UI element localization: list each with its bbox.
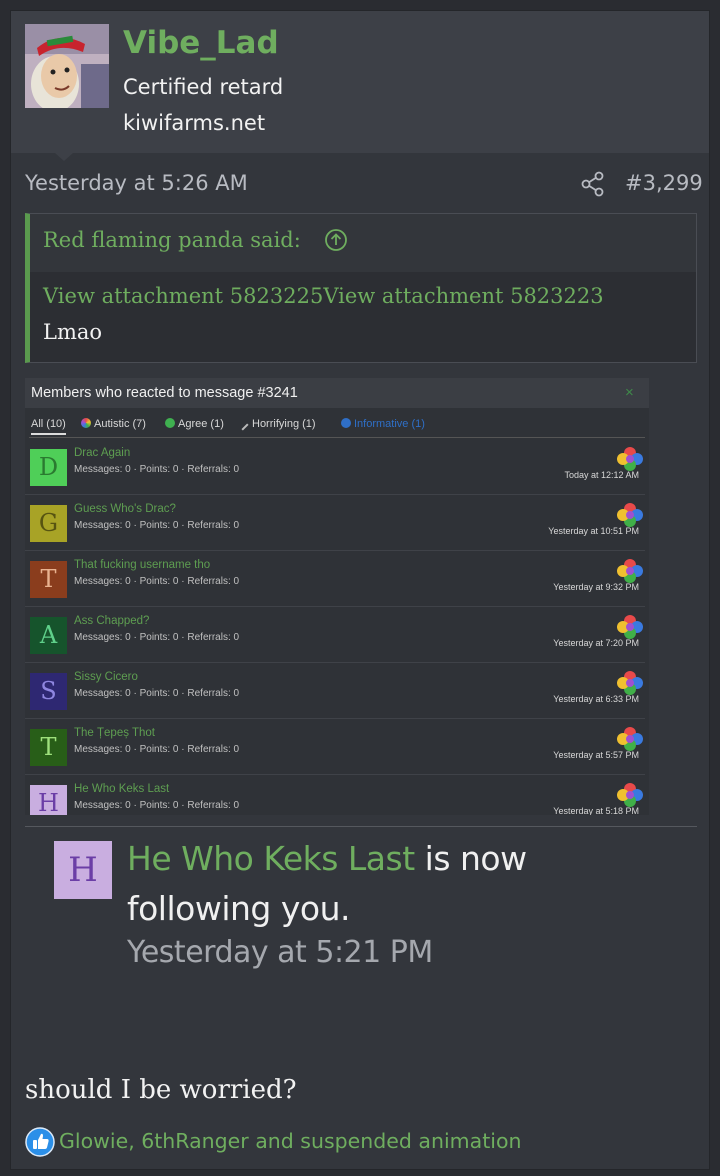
reactions-list[interactable]: Glowie, 6thRanger and suspended animatio… bbox=[59, 1129, 521, 1153]
post: Vibe_Lad Certified retard kiwifarms.net … bbox=[10, 10, 710, 1170]
member-stats: Messages: 0 · Points: 0 · Referrals: 0 bbox=[74, 800, 240, 811]
member-name: Sissy Cicero bbox=[74, 671, 138, 683]
user-header: Vibe_Lad Certified retard kiwifarms.net bbox=[11, 11, 709, 161]
member-time: Yesterday at 5:18 PM bbox=[553, 806, 639, 815]
follower-avatar: H bbox=[54, 841, 112, 899]
member-avatar: G bbox=[30, 505, 67, 542]
list-item: S Sissy Cicero Messages: 0 · Points: 0 ·… bbox=[25, 663, 645, 719]
list-item: H He Who Keks Last Messages: 0 · Points:… bbox=[25, 775, 645, 815]
member-time: Yesterday at 10:51 PM bbox=[548, 526, 639, 536]
member-avatar: D bbox=[30, 449, 67, 486]
follow-notice-line1: He Who Keks Last is now bbox=[127, 839, 527, 878]
member-time: Yesterday at 5:57 PM bbox=[553, 750, 639, 760]
member-stats: Messages: 0 · Points: 0 · Referrals: 0 bbox=[74, 744, 240, 755]
follow-notice-screenshot: H He Who Keks Last is now following you.… bbox=[25, 827, 697, 1067]
tab-horrifying: Horrifying (1) bbox=[241, 418, 316, 431]
follow-notice-time: Yesterday at 5:21 PM bbox=[127, 935, 433, 970]
tab-all: All (10) bbox=[31, 418, 66, 435]
check-icon bbox=[165, 418, 175, 428]
member-stats: Messages: 0 · Points: 0 · Referrals: 0 bbox=[74, 520, 240, 531]
autistic-reaction-icon bbox=[617, 615, 643, 639]
reactions-screenshot: Members who reacted to message #3241 × A… bbox=[25, 378, 649, 815]
post-number[interactable]: #3,299 bbox=[625, 171, 703, 195]
member-name: The Țepeș Thot bbox=[74, 727, 155, 739]
follow-notice-line2: following you. bbox=[127, 889, 350, 928]
member-name: Ass Chapped? bbox=[74, 615, 150, 627]
quote-text: Lmao bbox=[43, 320, 103, 344]
member-name: He Who Keks Last bbox=[74, 783, 170, 795]
member-stats: Messages: 0 · Points: 0 · Referrals: 0 bbox=[74, 576, 240, 587]
autistic-reaction-icon bbox=[617, 503, 643, 527]
list-item: A Ass Chapped? Messages: 0 · Points: 0 ·… bbox=[25, 607, 645, 663]
member-avatar: T bbox=[30, 729, 67, 766]
member-stats: Messages: 0 · Points: 0 · Referrals: 0 bbox=[74, 688, 240, 699]
info-icon bbox=[341, 418, 351, 428]
member-avatar: H bbox=[30, 785, 67, 815]
autistic-reaction-icon bbox=[617, 447, 643, 471]
post-body: should I be worried? bbox=[25, 1075, 297, 1105]
user-banner: kiwifarms.net bbox=[123, 111, 266, 135]
attachment-link[interactable]: View attachment 5823225 bbox=[43, 284, 323, 308]
autistic-reaction-icon bbox=[617, 559, 643, 583]
autistic-icon bbox=[81, 418, 91, 428]
member-avatar: T bbox=[30, 561, 67, 598]
list-item: G Guess Who's Drac? Messages: 0 · Points… bbox=[25, 495, 645, 551]
autistic-reaction-icon bbox=[617, 783, 643, 807]
member-name: Drac Again bbox=[74, 447, 131, 459]
tab-label: All (10) bbox=[31, 418, 66, 430]
tab-label: Autistic (7) bbox=[94, 418, 146, 430]
quote-attachment-links: View attachment 5823225View attachment 5… bbox=[43, 284, 604, 308]
list-item: D Drac Again Messages: 0 · Points: 0 · R… bbox=[25, 439, 645, 495]
user-title: Certified retard bbox=[123, 75, 284, 99]
reaction-tabs: All (10) Autistic (7) Agree (1) Horrifyi… bbox=[29, 416, 645, 438]
member-time: Today at 12:12 AM bbox=[564, 470, 639, 480]
quote-author[interactable]: Red flaming panda said: bbox=[43, 228, 301, 252]
tab-label: Horrifying (1) bbox=[252, 418, 316, 430]
autistic-reaction-icon bbox=[617, 727, 643, 751]
member-stats: Messages: 0 · Points: 0 · Referrals: 0 bbox=[74, 464, 240, 475]
reactions-bar: Glowie, 6thRanger and suspended animatio… bbox=[25, 1127, 697, 1157]
follower-name: He Who Keks Last bbox=[127, 839, 415, 878]
member-avatar: A bbox=[30, 617, 67, 654]
username[interactable]: Vibe_Lad bbox=[123, 25, 279, 61]
share-icon[interactable] bbox=[581, 171, 605, 197]
tab-agree: Agree (1) bbox=[165, 418, 224, 430]
member-time: Yesterday at 7:20 PM bbox=[553, 638, 639, 648]
post-date[interactable]: Yesterday at 5:26 AM bbox=[25, 171, 248, 195]
tab-informative: Informative (1) bbox=[341, 418, 425, 430]
member-name: Guess Who's Drac? bbox=[74, 503, 176, 515]
quote-block: Red flaming panda said: View attachment … bbox=[25, 213, 697, 363]
quote-header: Red flaming panda said: bbox=[30, 214, 696, 272]
member-name: That fucking username tho bbox=[74, 559, 211, 571]
member-stats: Messages: 0 · Points: 0 · Referrals: 0 bbox=[74, 632, 240, 643]
user-avatar[interactable] bbox=[25, 24, 109, 108]
dialog-header: Members who reacted to message #3241 × bbox=[25, 378, 649, 408]
list-item: T The Țepeș Thot Messages: 0 · Points: 0… bbox=[25, 719, 645, 775]
close-icon: × bbox=[625, 384, 634, 401]
tab-label: Agree (1) bbox=[178, 418, 224, 430]
member-time: Yesterday at 9:32 PM bbox=[553, 582, 639, 592]
follow-notice-suffix: is now bbox=[414, 839, 527, 878]
like-icon bbox=[25, 1127, 55, 1157]
autistic-reaction-icon bbox=[617, 671, 643, 695]
horrifying-icon bbox=[241, 423, 249, 431]
attachment-link[interactable]: View attachment 5823223 bbox=[323, 284, 603, 308]
member-time: Yesterday at 6:33 PM bbox=[553, 694, 639, 704]
member-avatar: S bbox=[30, 673, 67, 710]
dialog-title: Members who reacted to message #3241 bbox=[31, 385, 298, 401]
arrow-up-circle-icon[interactable] bbox=[324, 228, 348, 252]
list-item: T That fucking username tho Messages: 0 … bbox=[25, 551, 645, 607]
tab-autistic: Autistic (7) bbox=[81, 418, 146, 430]
tab-label: Informative (1) bbox=[354, 418, 425, 430]
